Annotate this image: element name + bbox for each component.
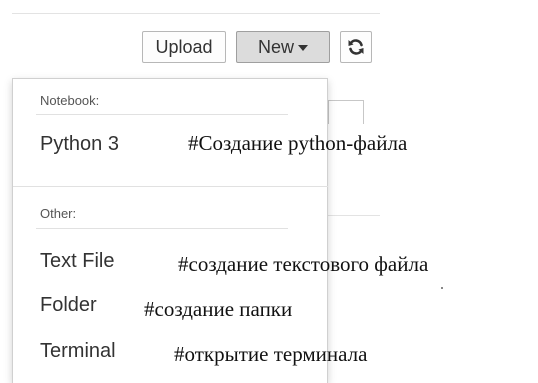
other-section-header: Other:: [40, 206, 77, 221]
new-dropdown-menu: [12, 78, 328, 383]
caret-down-icon: [298, 45, 308, 52]
menu-item-text-file[interactable]: Text File: [40, 250, 114, 273]
new-button[interactable]: New: [236, 31, 330, 63]
menu-divider: [36, 228, 288, 229]
new-button-label: New: [257, 37, 294, 57]
annotation-folder: #создание папки: [144, 297, 293, 321]
refresh-icon: [348, 39, 364, 55]
notebook-section-header: Notebook:: [40, 93, 100, 108]
background-divider: [328, 215, 380, 216]
menu-item-folder[interactable]: Folder: [40, 294, 97, 317]
annotation-terminal: #открытие терминала: [174, 342, 368, 366]
menu-divider: [13, 186, 328, 187]
menu-item-terminal[interactable]: Terminal: [40, 340, 116, 363]
menu-item-python3[interactable]: Python 3: [40, 133, 119, 156]
refresh-button[interactable]: [340, 31, 372, 63]
stray-mark: [441, 287, 443, 289]
annotation-python3: #Создание python-файла: [188, 131, 408, 155]
background-element: [328, 100, 364, 124]
upload-button[interactable]: Upload: [142, 31, 226, 63]
annotation-text-file: #создание текстового файла: [178, 252, 429, 276]
menu-divider: [36, 114, 288, 115]
header-divider: [12, 13, 380, 14]
